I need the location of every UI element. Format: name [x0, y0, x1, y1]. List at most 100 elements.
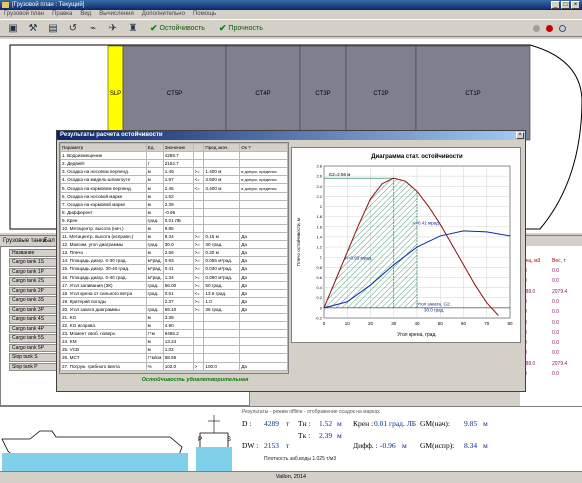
tank-row[interactable]: Cargo tank 4S: [9, 315, 57, 324]
strength-button[interactable]: ✔ Прочность: [215, 23, 267, 34]
parameter-row[interactable]: 13. Плечо м 2.56 >= 0.20 м Да: [60, 248, 288, 258]
grey-dot-icon[interactable]: [533, 24, 540, 32]
parameter-cell: град.: [145, 288, 164, 298]
y-tick-label: 0.2: [316, 295, 322, 300]
open-icon[interactable]: ▣: [6, 22, 20, 35]
x-tick-label: 50: [438, 321, 444, 326]
parameter-cell: <=: [192, 175, 205, 185]
tab-cargo-tanks[interactable]: Грузовые танки: [3, 238, 46, 244]
status-icon[interactable]: [559, 24, 566, 32]
tank-weight: 0.0: [552, 309, 559, 316]
parameter-cell: Да: [239, 296, 288, 306]
parameter-row[interactable]: 4. Осадка на мидель-шпангоуте м 1.97 <= 3.60…: [60, 175, 288, 185]
tank-row[interactable]: Cargo tank 2S: [9, 277, 57, 286]
tank-row[interactable]: Cargo tank 5P: [9, 343, 57, 352]
parameter-cell: м*рад.: [145, 256, 164, 266]
parameter-row[interactable]: 6. Осадка на носовой марке м 1.52: [60, 191, 288, 201]
data-point: [463, 264, 464, 266]
tank-row[interactable]: Cargo tank 2P: [9, 286, 57, 295]
menu-help[interactable]: Помощь: [193, 10, 216, 19]
minimize-button[interactable]: _: [551, 1, 560, 9]
tank-row[interactable]: Slop tank P: [9, 362, 57, 371]
chart-annotation: 30.0 град.: [424, 307, 445, 312]
menu-view[interactable]: Вид: [80, 10, 91, 19]
parameter-cell: [203, 151, 241, 161]
parameter-cell: 2.37: [162, 296, 194, 306]
parameter-cell: 12. Максим. угол диаграммы: [60, 240, 147, 250]
tank-weight: 0.0: [552, 371, 559, 377]
parameter-cell: [239, 312, 288, 323]
parameter-row[interactable]: 18. Угол крена от сильного ветра град. 0.5…: [60, 288, 288, 298]
tank-icon[interactable]: ▤: [46, 22, 60, 35]
menu-cargo-plan[interactable]: Грузовой план: [4, 10, 44, 19]
parameter-cell: в допуск. пределах: [239, 167, 288, 177]
parameter-row[interactable]: 23. Момент своб. поверх. т*м 6465.2: [60, 329, 288, 339]
tank-row[interactable]: Cargo tank 3S: [9, 296, 57, 305]
plane-icon[interactable]: ✈: [106, 22, 120, 35]
parameter-cell: [239, 353, 288, 363]
data-point: [405, 180, 406, 182]
parameter-cell: >: [192, 361, 205, 371]
parameter-cell: >=: [192, 264, 205, 274]
parameter-row[interactable]: 17. Угол заливания (ЗК) град. 56.00 >= 50 гр…: [60, 280, 288, 290]
parameter-row[interactable]: 7. Осадка на кормовой марке м 2.39: [60, 199, 288, 209]
parameter-row[interactable]: 5. Осадка на кормовом перпенд. м 2.45 <= 3.4…: [60, 183, 288, 193]
dialog-close-button[interactable]: ×: [516, 132, 524, 139]
parameter-row[interactable]: 11. Метацентр. высота (исправл.) м 8.34 >= 0…: [60, 232, 288, 242]
tab-ballast[interactable]: Бал: [44, 238, 55, 244]
tank-row[interactable]: Slop tank S: [9, 353, 57, 362]
parameter-row[interactable]: 22. KG исправл. м 4.90: [60, 321, 288, 331]
parameter-cell: Да: [239, 304, 288, 314]
parameter-row[interactable]: 21. KG м 3.39: [60, 312, 288, 323]
parameter-row[interactable]: 26. MCT т*м/см 68.55: [60, 353, 288, 363]
tank-row[interactable]: Cargo tank 4P: [9, 324, 57, 333]
menu-edit[interactable]: Правка: [52, 10, 72, 19]
parameter-cell: 50 град.: [203, 280, 241, 290]
d-unit: т: [286, 419, 290, 428]
data-point: [335, 279, 336, 281]
parameter-row[interactable]: 16. Площадь диагр. 0-40 град. м*рад. 1.34 >…: [60, 272, 288, 282]
parameter-row[interactable]: 20. Угол заката диаграммы град. 69.10 >= 36 …: [60, 304, 288, 314]
tank-row[interactable]: Cargo tank 3P: [9, 305, 57, 314]
record-icon[interactable]: [546, 24, 553, 32]
column-header: Параметр: [60, 143, 147, 153]
pipe-icon[interactable]: ↺: [66, 22, 80, 35]
parameter-row[interactable]: 27. Погруж. грибного винта% 102.0 >100.0 Да: [60, 361, 288, 371]
valve-icon[interactable]: ⌁: [86, 22, 100, 35]
parameter-row[interactable]: 24. KM м 13.24: [60, 337, 288, 347]
parameter-cell: 102.0: [162, 361, 194, 371]
parameter-cell: >=: [192, 248, 205, 258]
parameter-cell: [192, 329, 205, 339]
chart-title: Диаграмма стат. остойчивости: [371, 153, 463, 160]
parameter-cell: >=: [192, 240, 205, 250]
tank-row[interactable]: Cargo tank 1P: [9, 267, 57, 276]
parameter-row[interactable]: 8. Дифферент м -0.96: [60, 207, 288, 217]
tank-row[interactable]: Cargo tank 5S: [9, 334, 57, 343]
parameter-row[interactable]: 12. Максим. угол диаграммы град. 30.0 >= 30 …: [60, 240, 288, 250]
parameter-cell: 8.34: [162, 232, 194, 242]
parameter-cell: >=: [192, 272, 205, 282]
parameter-row[interactable]: 10. Метацентр. высота (нач.) м 9.85: [60, 223, 288, 234]
parameter-cell: 26. MCT: [60, 353, 147, 363]
parameter-row[interactable]: 3. Осадка на носовом перпенд. м 1.49 >= 1.40…: [60, 167, 288, 177]
data-point: [463, 230, 464, 232]
parameter-row[interactable]: 9. Крен град. 0.01 ЛБ: [60, 215, 288, 225]
close-button[interactable]: ×: [571, 1, 580, 9]
menu-calculations[interactable]: Вычисления: [99, 10, 134, 19]
parameter-row[interactable]: 1. Водоизмещение 4289.7: [60, 151, 288, 161]
column-header: Значение: [162, 143, 194, 153]
tank-row[interactable]: Cargo tank 1S: [9, 258, 57, 267]
crane-icon[interactable]: ♜: [126, 22, 140, 35]
wrench-icon[interactable]: ⚒: [26, 22, 40, 35]
parameter-row[interactable]: 14. Площадь диагр. 0-30 град. м*рад. 0.93 >…: [60, 256, 288, 266]
parameter-cell: [239, 207, 288, 217]
parameter-row[interactable]: 25. VCB м 1.02: [60, 345, 288, 355]
parameter-row[interactable]: 19. Критерий погоды 2.37 >= 1.0 Да: [60, 296, 288, 306]
stability-button[interactable]: ✔ Остойчивость: [146, 23, 209, 34]
menu-extras[interactable]: Дополнительно: [142, 10, 185, 19]
parameter-row[interactable]: 15. Площадь диагр. 30-40 град. м*рад. 0.41…: [60, 264, 288, 274]
parameter-row[interactable]: 2. Дедвейт т 2152.7: [60, 159, 288, 169]
parameter-cell: [203, 215, 241, 225]
maximize-button[interactable]: □: [561, 1, 570, 9]
parameter-cell: 68.55: [162, 353, 194, 363]
